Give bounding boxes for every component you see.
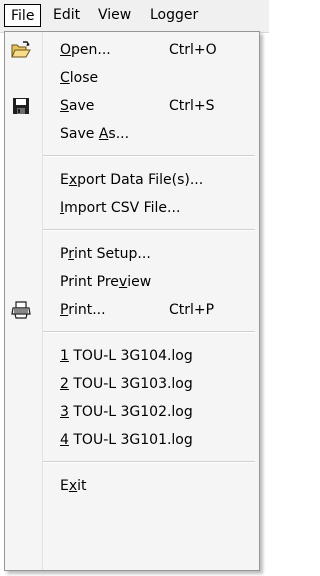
menu-file[interactable]: File bbox=[4, 4, 42, 27]
menu-logger[interactable]: Logger bbox=[144, 4, 204, 27]
menu-item-recent-2[interactable]: 2 TOU-L 3G103.log bbox=[7, 370, 257, 398]
menu-item-print-label: Print... bbox=[60, 302, 106, 318]
menu-item-save-shortcut: Ctrl+S bbox=[169, 98, 215, 114]
menu-item-print-setup-label: Print Setup... bbox=[60, 246, 151, 262]
menu-item-exit-label: Exit bbox=[60, 478, 87, 494]
menu-item-print-shortcut: Ctrl+P bbox=[169, 302, 215, 318]
menu-logger-label: Logger bbox=[150, 7, 199, 23]
menu-item-recent-4[interactable]: 4 TOU-L 3G101.log bbox=[7, 426, 257, 454]
floppy-disk-icon bbox=[11, 97, 31, 115]
menu-item-recent-4-label: 4 TOU-L 3G101.log bbox=[60, 432, 193, 448]
printer-icon bbox=[11, 301, 31, 319]
menu-view-label: View bbox=[98, 7, 132, 23]
menu-item-import-csv[interactable]: Import CSV File... bbox=[7, 194, 257, 222]
menu-item-save-label: Save bbox=[60, 98, 95, 114]
menu-view[interactable]: View bbox=[92, 4, 137, 27]
menu-separator bbox=[43, 229, 255, 231]
folder-open-icon bbox=[11, 41, 31, 59]
menu-item-recent-1[interactable]: 1 TOU-L 3G104.log bbox=[7, 342, 257, 370]
menu-item-export-data-label: Export Data File(s)... bbox=[60, 172, 204, 188]
menu-bar: File Edit View Logger bbox=[0, 0, 269, 33]
menu-item-export-data[interactable]: Export Data File(s)... bbox=[7, 166, 257, 194]
menu-item-close[interactable]: Close bbox=[7, 64, 257, 92]
menu-item-open[interactable]: Open... Ctrl+O bbox=[7, 36, 257, 64]
menu-edit-label: Edit bbox=[53, 7, 81, 23]
menu-item-save-as[interactable]: Save As... bbox=[7, 120, 257, 148]
menu-item-exit[interactable]: Exit bbox=[7, 472, 257, 500]
menu-item-recent-1-label: 1 TOU-L 3G104.log bbox=[60, 348, 193, 364]
menu-item-open-label: Open... bbox=[60, 42, 111, 58]
menu-separator bbox=[43, 155, 255, 157]
menu-item-print-setup[interactable]: Print Setup... bbox=[7, 240, 257, 268]
menu-item-save[interactable]: Save Ctrl+S bbox=[7, 92, 257, 120]
menu-item-print-preview-label: Print Preview bbox=[60, 274, 152, 290]
menu-item-save-as-label: Save As... bbox=[60, 126, 130, 142]
menu-separator bbox=[43, 331, 255, 333]
menu-item-print-preview[interactable]: Print Preview bbox=[7, 268, 257, 296]
file-menu-dropdown: Open... Ctrl+O Close Save Ctrl+S Save As… bbox=[4, 31, 260, 571]
menu-item-recent-3-label: 3 TOU-L 3G102.log bbox=[60, 404, 193, 420]
menu-file-label: File bbox=[11, 8, 35, 24]
menu-item-close-label: Close bbox=[60, 70, 99, 86]
menu-item-recent-3[interactable]: 3 TOU-L 3G102.log bbox=[7, 398, 257, 426]
menu-edit[interactable]: Edit bbox=[47, 4, 86, 27]
menu-item-open-shortcut: Ctrl+O bbox=[169, 42, 217, 58]
menu-separator bbox=[43, 461, 255, 463]
menu-item-print[interactable]: Print... Ctrl+P bbox=[7, 296, 257, 324]
menu-item-recent-2-label: 2 TOU-L 3G103.log bbox=[60, 376, 193, 392]
menu-item-import-csv-label: Import CSV File... bbox=[60, 200, 181, 216]
